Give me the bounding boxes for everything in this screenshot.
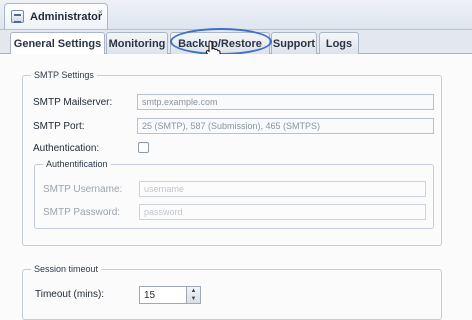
smtp-password-input[interactable]: password [139, 204, 426, 220]
window-tab-title: Administrator [30, 10, 103, 23]
smtp-username-label: SMTP Username: [43, 184, 123, 195]
tab-logs[interactable]: Logs [319, 32, 359, 54]
administrator-window-tab[interactable]: Administrator × [4, 3, 108, 29]
timeout-spinner[interactable]: 15 ▲ ▼ [139, 286, 201, 304]
authentication-label: Authentication: [33, 143, 100, 154]
general-settings-panel: SMTP Settings SMTP Mailserver: smtp.exam… [0, 54, 472, 320]
close-icon[interactable]: × [98, 7, 103, 17]
authentification-legend: Authentification [46, 159, 108, 169]
admin-window: Administrator × General Settings Monitor… [0, 0, 472, 320]
admin-app-icon [11, 10, 24, 23]
window-tab-bar: Administrator × [0, 0, 472, 30]
authentication-checkbox[interactable] [138, 142, 149, 153]
spinner-arrows-icon[interactable]: ▲ ▼ [186, 287, 200, 303]
smtp-port-input[interactable]: 25 (SMTP), 587 (Submission), 465 (SMTPS) [137, 118, 434, 134]
smtp-mailserver-input[interactable]: smtp.example.com [137, 94, 434, 110]
smtp-port-label: SMTP Port: [33, 121, 85, 132]
spinner-down-icon[interactable]: ▼ [187, 295, 200, 303]
timeout-value[interactable]: 15 [140, 290, 186, 301]
tab-general-settings[interactable]: General Settings [10, 32, 105, 55]
tab-monitoring[interactable]: Monitoring [106, 32, 168, 54]
settings-tab-strip: General Settings Monitoring Backup/Resto… [0, 30, 472, 55]
smtp-mailserver-label: SMTP Mailserver: [33, 97, 113, 108]
tab-support[interactable]: Support [271, 32, 317, 54]
session-timeout-legend: Session timeout [34, 264, 99, 274]
timeout-label: Timeout (mins): [35, 289, 105, 300]
smtp-username-input[interactable]: username [139, 181, 426, 197]
spinner-up-icon[interactable]: ▲ [187, 287, 200, 295]
smtp-password-label: SMTP Password: [43, 207, 121, 218]
smtp-settings-legend: SMTP Settings [34, 70, 94, 80]
